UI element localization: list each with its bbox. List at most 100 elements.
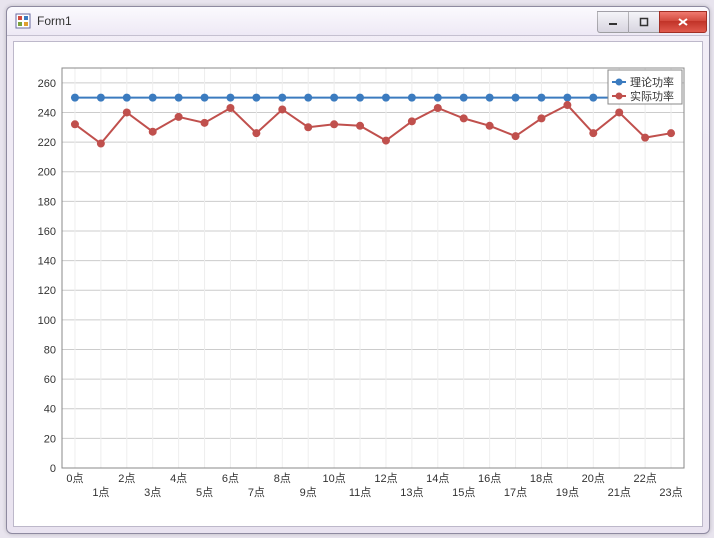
series-point — [382, 94, 390, 102]
series-point — [278, 105, 286, 113]
series-point — [175, 94, 183, 102]
x-tick-label: 21点 — [608, 486, 631, 499]
y-tick-label: 0 — [50, 463, 56, 475]
series-point — [563, 101, 571, 109]
series-point — [71, 120, 79, 128]
legend-label: 理论功率 — [630, 75, 674, 89]
close-icon — [677, 17, 689, 27]
x-tick-label: 6点 — [222, 472, 239, 485]
y-tick-label: 120 — [38, 285, 56, 297]
maximize-button[interactable] — [628, 11, 660, 33]
x-tick-label: 5点 — [196, 486, 213, 499]
plot-border — [62, 68, 684, 468]
y-tick-label: 140 — [38, 256, 56, 268]
maximize-icon — [639, 17, 649, 27]
titlebar[interactable]: Form1 — [7, 7, 709, 36]
y-tick-label: 40 — [44, 404, 56, 416]
client-area: 0 20 40 60 80 100 120 140 160 180 200 220 240 260 0点 1点… — [13, 41, 703, 527]
series-point — [330, 94, 338, 102]
series-point — [641, 134, 649, 142]
x-tick-label: 20点 — [582, 472, 605, 485]
x-tick-label: 2点 — [118, 472, 135, 485]
series-point — [149, 94, 157, 102]
series-point — [123, 108, 131, 116]
x-tick-label: 23点 — [659, 486, 682, 499]
y-tick-label: 180 — [38, 196, 56, 208]
chart: 0 20 40 60 80 100 120 140 160 180 200 220 240 260 0点 1点… — [24, 52, 692, 516]
series-point — [408, 94, 416, 102]
x-tick-label: 9点 — [300, 486, 317, 499]
y-tick-label: 200 — [38, 167, 56, 179]
y-tick-label: 100 — [38, 315, 56, 327]
x-tick-label: 1点 — [92, 486, 109, 499]
series-point — [71, 94, 79, 102]
x-tick-label: 12点 — [374, 472, 397, 485]
series-point — [175, 113, 183, 121]
x-tick-label: 11点 — [349, 486, 371, 499]
x-tick-label: 17点 — [504, 486, 527, 499]
x-tick-label: 7点 — [248, 486, 265, 499]
series-point — [589, 129, 597, 137]
series-point — [278, 94, 286, 102]
app-window: Form1 0 20 40 60 80 100 120 140 160 180 200 220 240 2… — [6, 6, 710, 534]
series-point — [201, 119, 209, 127]
series-point — [149, 128, 157, 136]
x-tick-label: 16点 — [478, 472, 501, 485]
y-tick-label: 240 — [38, 107, 56, 119]
close-button[interactable] — [659, 11, 707, 33]
series-point — [97, 140, 105, 148]
series-point — [330, 120, 338, 128]
chart-svg: 0 20 40 60 80 100 120 140 160 180 200 220 240 260 0点 1点… — [24, 52, 692, 518]
series-point — [460, 94, 468, 102]
series-point — [356, 122, 364, 130]
x-tick-label: 22点 — [634, 472, 657, 485]
y-tick-label: 260 — [38, 78, 56, 90]
series-point — [512, 132, 520, 140]
series-point — [615, 108, 623, 116]
legend-label: 实际功率 — [630, 89, 674, 103]
x-tick-label: 15点 — [452, 486, 475, 499]
y-tick-label: 20 — [44, 433, 56, 445]
series-point — [434, 94, 442, 102]
series-point — [356, 94, 364, 102]
series-point — [486, 94, 494, 102]
window-controls — [598, 11, 707, 31]
series-point — [563, 94, 571, 102]
series-point — [252, 94, 260, 102]
series-point — [486, 122, 494, 130]
minimize-button[interactable] — [597, 11, 629, 33]
series-point — [667, 129, 675, 137]
x-tick-label: 0点 — [66, 472, 83, 485]
x-tick-label: 3点 — [144, 486, 161, 499]
series-line-1 — [75, 105, 671, 144]
series-point — [460, 114, 468, 122]
series-point — [537, 114, 545, 122]
series-point — [537, 94, 545, 102]
x-tick-label: 10点 — [323, 472, 346, 485]
x-tick-label: 8点 — [274, 472, 291, 485]
y-tick-label: 160 — [38, 226, 56, 238]
y-tick-label: 80 — [44, 344, 56, 356]
series-point — [226, 104, 234, 112]
x-tick-label: 19点 — [556, 486, 579, 499]
series-point — [97, 94, 105, 102]
series-point — [304, 123, 312, 131]
legend-swatch-marker — [616, 79, 623, 86]
series-point — [382, 137, 390, 145]
x-tick-label: 18点 — [530, 472, 553, 485]
x-tick-label: 13点 — [400, 486, 423, 499]
y-tick-label: 220 — [38, 137, 56, 149]
y-tick-label: 60 — [44, 374, 56, 386]
x-tick-label: 14点 — [426, 472, 449, 485]
x-tick-label: 4点 — [170, 472, 187, 485]
app-icon — [15, 13, 31, 29]
series-point — [512, 94, 520, 102]
series-point — [226, 94, 234, 102]
legend-swatch-marker — [616, 93, 623, 100]
series-point — [434, 104, 442, 112]
minimize-icon — [608, 17, 618, 27]
series-point — [252, 129, 260, 137]
series-point — [201, 94, 209, 102]
series-point — [304, 94, 312, 102]
series-point — [123, 94, 131, 102]
